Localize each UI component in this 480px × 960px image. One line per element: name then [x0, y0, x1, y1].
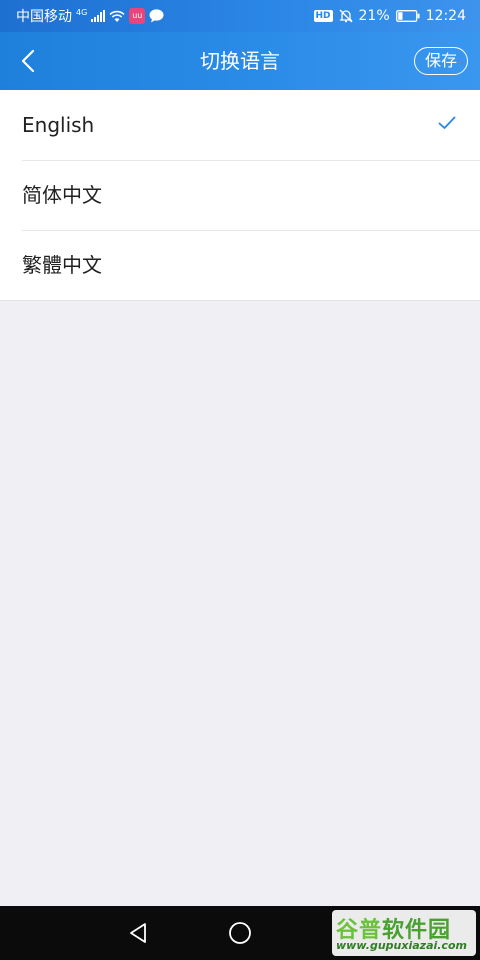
status-right: HD 21% 12:24 — [313, 0, 466, 32]
language-label: English — [22, 113, 95, 137]
language-label: 繁體中文 — [22, 253, 102, 277]
check-icon — [438, 116, 456, 129]
chevron-left-icon — [21, 49, 35, 73]
language-label: 简体中文 — [22, 183, 102, 207]
navigation-bar: 切换语言 保存 — [0, 32, 480, 90]
back-button[interactable] — [8, 40, 48, 82]
page-title: 切换语言 — [200, 49, 280, 73]
language-list: English 简体中文 繁體中文 — [0, 90, 480, 301]
battery-percent: 21% — [358, 8, 390, 24]
watermark-url: www.gupuxiazai.com — [336, 939, 467, 952]
network-type-label: 4G — [76, 7, 88, 17]
wifi-icon — [109, 10, 125, 22]
language-item-english[interactable]: English — [0, 90, 480, 160]
triangle-back-icon — [130, 923, 146, 943]
status-left: 中国移动 4G uu — [16, 0, 164, 32]
language-item-traditional-chinese[interactable]: 繁體中文 — [0, 230, 480, 300]
system-back-button[interactable] — [124, 919, 152, 947]
hd-badge: HD — [313, 10, 333, 22]
clock-time: 12:24 — [425, 8, 466, 24]
system-home-button[interactable] — [226, 919, 254, 947]
language-item-simplified-chinese[interactable]: 简体中文 — [0, 160, 480, 230]
save-button[interactable]: 保存 — [414, 47, 468, 75]
circle-home-icon — [229, 922, 251, 944]
signal-icon — [91, 10, 106, 22]
uu-app-badge-icon: uu — [129, 8, 146, 24]
bell-muted-icon — [338, 9, 353, 23]
status-bar: 中国移动 4G uu HD 21% 12:24 — [0, 0, 480, 32]
chat-bubble-icon — [149, 9, 164, 23]
carrier-label: 中国移动 — [16, 9, 72, 25]
watermark-logo: 谷普软件园 www.gupuxiazai.com — [332, 910, 476, 956]
battery-icon — [395, 10, 420, 22]
